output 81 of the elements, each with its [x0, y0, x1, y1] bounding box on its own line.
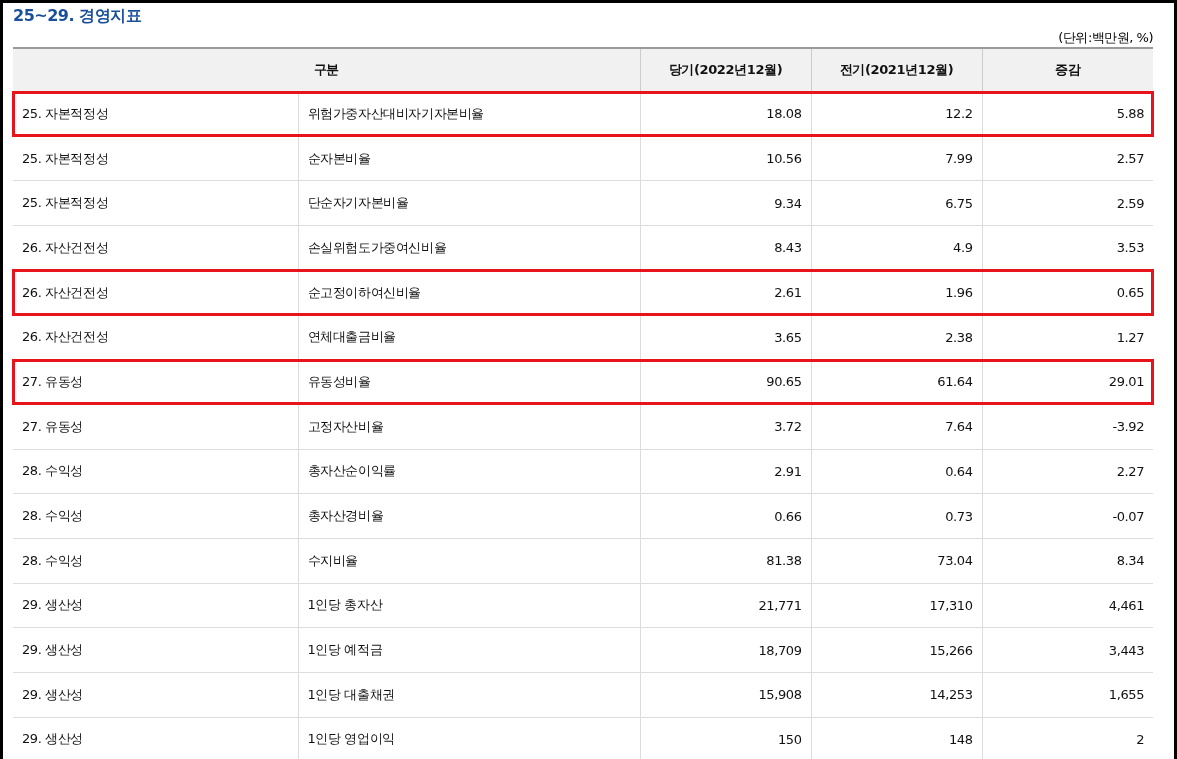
- table-cell: -0.07: [982, 493, 1153, 539]
- table-cell: 3.53: [982, 225, 1153, 271]
- table-cell: 1인당 예적금: [298, 627, 640, 673]
- table-cell: 26. 자산건전성: [13, 270, 298, 315]
- table-cell: 29. 생산성: [13, 583, 298, 628]
- table-cell: 0.64: [811, 449, 982, 494]
- table-cell: 25. 자본적정성: [13, 180, 298, 226]
- table-cell: 3,443: [982, 627, 1153, 673]
- column-header: 전기(2021년12월): [811, 48, 982, 92]
- table-cell: 9.34: [640, 180, 811, 226]
- table-cell: 148: [811, 717, 982, 759]
- table-cell: 10.56: [640, 136, 811, 181]
- table-cell: 28. 수익성: [13, 493, 298, 539]
- column-header: 구분: [13, 48, 640, 92]
- table-cell: 29. 생산성: [13, 672, 298, 718]
- table-cell: 1인당 영업이익: [298, 717, 640, 759]
- table-cell: 1인당 총자산: [298, 583, 640, 628]
- table-cell: 손실위험도가중여신비율: [298, 225, 640, 271]
- table-cell: 150: [640, 717, 811, 759]
- unit-note: (단위:백만원, %): [1057, 29, 1153, 47]
- table-cell: 90.65: [640, 359, 811, 405]
- section-title: 25~29. 경영지표: [13, 5, 143, 27]
- table-cell: 1.27: [982, 314, 1153, 360]
- table-cell: 8.43: [640, 225, 811, 271]
- table-cell: 61.64: [811, 359, 982, 405]
- table-cell: 81.38: [640, 538, 811, 584]
- table-cell: 순고정이하여신비율: [298, 270, 640, 315]
- table-cell: 7.64: [811, 404, 982, 449]
- table-cell: 3.72: [640, 404, 811, 449]
- table-cell: 17,310: [811, 583, 982, 628]
- table-cell: 0.65: [982, 270, 1153, 315]
- table-cell: 4,461: [982, 583, 1153, 628]
- table-cell: 1.96: [811, 270, 982, 315]
- table-cell: 1인당 대출채권: [298, 672, 640, 718]
- table-cell: 2.38: [811, 314, 982, 360]
- column-header: 증감: [982, 48, 1153, 92]
- table-cell: 14,253: [811, 672, 982, 718]
- table-cell: 연체대출금비율: [298, 314, 640, 360]
- table-cell: 0.73: [811, 493, 982, 539]
- table-cell: 26. 자산건전성: [13, 314, 298, 360]
- table-cell: 순자본비율: [298, 136, 640, 181]
- table-cell: 2.91: [640, 449, 811, 494]
- table-cell: 21,771: [640, 583, 811, 628]
- table-cell: 단순자기자본비율: [298, 180, 640, 226]
- table-cell: -3.92: [982, 404, 1153, 449]
- table-cell: 2.59: [982, 180, 1153, 226]
- table-cell: 8.34: [982, 538, 1153, 584]
- table-cell: 18.08: [640, 91, 811, 137]
- table-cell: 유동성비율: [298, 359, 640, 405]
- table-cell: 2.61: [640, 270, 811, 315]
- table-cell: 0.66: [640, 493, 811, 539]
- table-cell: 1,655: [982, 672, 1153, 718]
- table-cell: 29.01: [982, 359, 1153, 405]
- table-cell: 27. 유동성: [13, 359, 298, 405]
- table-cell: 25. 자본적정성: [13, 91, 298, 137]
- table-cell: 18,709: [640, 627, 811, 673]
- table-cell: 15,266: [811, 627, 982, 673]
- table-cell: 2.27: [982, 449, 1153, 494]
- table-cell: 25. 자본적정성: [13, 136, 298, 181]
- table-cell: 29. 생산성: [13, 627, 298, 673]
- table-cell: 고정자산비율: [298, 404, 640, 449]
- table-cell: 2: [982, 717, 1153, 759]
- table-cell: 6.75: [811, 180, 982, 226]
- table-cell: 28. 수익성: [13, 449, 298, 494]
- table-cell: 26. 자산건전성: [13, 225, 298, 271]
- column-header: 당기(2022년12월): [640, 48, 811, 92]
- table-cell: 7.99: [811, 136, 982, 181]
- table-cell: 28. 수익성: [13, 538, 298, 584]
- table-cell: 총자산경비율: [298, 493, 640, 539]
- table-cell: 5.88: [982, 91, 1153, 137]
- table-cell: 29. 생산성: [13, 717, 298, 759]
- table-cell: 27. 유동성: [13, 404, 298, 449]
- table-cell: 15,908: [640, 672, 811, 718]
- table-cell: 4.9: [811, 225, 982, 271]
- table-cell: 총자산순이익률: [298, 449, 640, 494]
- table-cell: 73.04: [811, 538, 982, 584]
- table-cell: 2.57: [982, 136, 1153, 181]
- table-cell: 위험가중자산대비자기자본비율: [298, 91, 640, 137]
- table-cell: 수지비율: [298, 538, 640, 584]
- table-cell: 12.2: [811, 91, 982, 137]
- table-cell: 3.65: [640, 314, 811, 360]
